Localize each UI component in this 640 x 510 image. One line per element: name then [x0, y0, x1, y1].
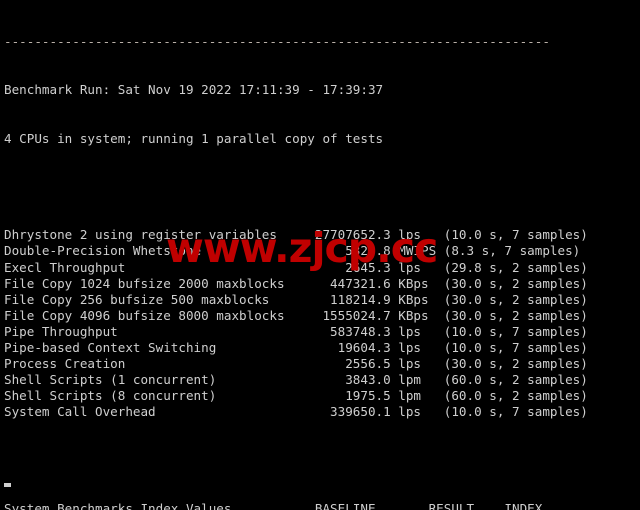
raw-result-row: Pipe Throughput 583748.3 lps (10.0 s, 7 …: [4, 323, 588, 339]
benchmark-run-line: Benchmark Run: Sat Nov 19 2022 17:11:39 …: [4, 82, 384, 98]
raw-result-row: Shell Scripts (1 concurrent) 3843.0 lpm …: [4, 372, 588, 388]
raw-result-row: Shell Scripts (8 concurrent) 1975.5 lpm …: [4, 388, 588, 404]
raw-results-block: Dhrystone 2 using register variables 277…: [4, 227, 640, 420]
raw-result-row: Execl Throughput 2645.3 lps (29.8 s, 2 s…: [4, 259, 588, 275]
terminal-cursor: [4, 483, 11, 487]
index-values-block: System Benchmarks Index Values BASELINE …: [4, 501, 640, 510]
cpu-info-line: 4 CPUs in system; running 1 parallel cop…: [4, 130, 384, 146]
raw-result-row: File Copy 1024 bufsize 2000 maxblocks 44…: [4, 275, 588, 291]
raw-result-row: Process Creation 2556.5 lps (30.0 s, 2 s…: [4, 356, 588, 372]
raw-result-row: File Copy 256 bufsize 500 maxblocks 1182…: [4, 291, 588, 307]
index-table-header: System Benchmarks Index Values BASELINE …: [4, 500, 543, 510]
raw-result-row: File Copy 4096 bufsize 8000 maxblocks 15…: [4, 307, 588, 323]
raw-result-row: Pipe-based Context Switching 19604.3 lps…: [4, 339, 588, 355]
raw-result-row: System Call Overhead 339650.1 lps (10.0 …: [4, 404, 588, 420]
raw-result-row: Double-Precision Whetstone 5322.8 MWIPS …: [4, 243, 581, 259]
raw-result-row: Dhrystone 2 using register variables 277…: [4, 227, 588, 243]
terminal-output[interactable]: ----------------------------------------…: [0, 0, 640, 510]
top-separator-rule: ----------------------------------------…: [4, 34, 550, 50]
